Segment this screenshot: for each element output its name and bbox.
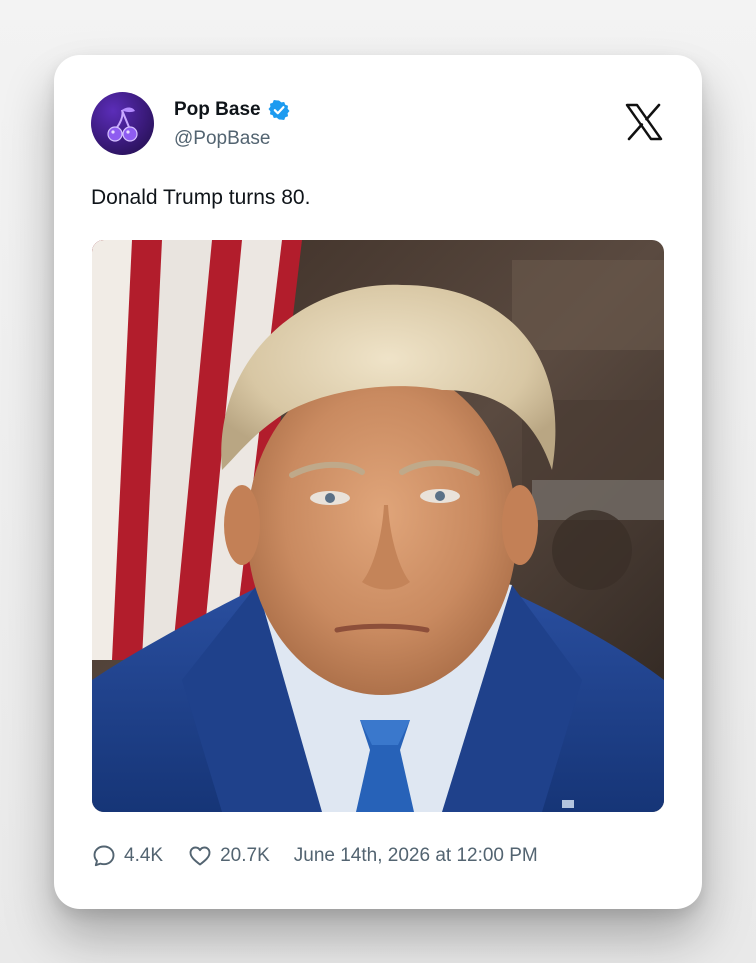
tweet-photo[interactable] [92, 240, 664, 812]
avatar[interactable] [91, 92, 154, 155]
tweet-text: Donald Trump turns 80. [91, 186, 311, 209]
reply-stat[interactable]: 4.4K [91, 843, 163, 869]
author-name-row: Pop Base [174, 99, 290, 121]
reply-bubble-icon [93, 845, 115, 867]
author-handle[interactable]: @PopBase [174, 128, 270, 150]
reply-count: 4.4K [124, 845, 164, 866]
tweet-footer: 4.4K 20.7K June 14th, 2026 at 12:00 PM [91, 843, 538, 869]
like-count: 20.7K [220, 845, 270, 866]
x-logo-icon[interactable] [624, 102, 664, 142]
cherry-icon [107, 107, 138, 142]
author-display-name[interactable]: Pop Base [174, 99, 261, 121]
heart-icon [189, 846, 211, 866]
like-stat[interactable]: 20.7K [187, 843, 270, 869]
tweet-timestamp[interactable]: June 14th, 2026 at 12:00 PM [294, 845, 538, 867]
verified-badge-icon [268, 99, 290, 121]
tweet-card: Pop Base @PopBase Donald Trump turns 80. [54, 55, 702, 909]
